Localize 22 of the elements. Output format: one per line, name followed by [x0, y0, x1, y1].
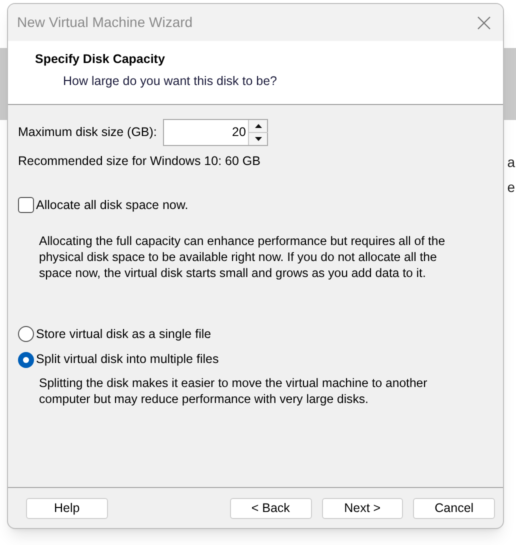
dialog-button[interactable]: < Back [230, 498, 312, 519]
disk-size-spinner[interactable]: 20 [162, 119, 268, 146]
checkbox[interactable] [18, 197, 34, 214]
page-title: Specify Disk Capacity [35, 51, 166, 68]
checkbox-label[interactable]: Allocate all disk space now. [36, 196, 188, 214]
allocation-description: Allocating the full capacity can enhance performance but requires all of the physical disk space to be available right now. If you do not allocate all the space now, the virtual disk starts small and grows as you add data to it. [38, 232, 446, 280]
split-description: Splitting the disk makes it easier to move the virtual machine to another computer but may reduce performance with very large disks. [38, 375, 428, 407]
radio-label[interactable]: Split virtual disk into multiple files [36, 350, 219, 369]
disk-size-field[interactable]: 20 [164, 120, 248, 145]
window-title: New Virtual Machine Wizard [17, 13, 193, 32]
radio-label[interactable]: Store virtual disk as a single file [36, 324, 212, 344]
dialog-button[interactable]: Cancel [413, 498, 495, 519]
dialog-button[interactable]: Help [26, 498, 108, 519]
page-subtitle: How large do you want this disk to be? [62, 72, 278, 90]
radio-button[interactable] [18, 352, 34, 368]
dialog-button[interactable]: Next > [322, 498, 404, 519]
background-text: e [507, 178, 515, 197]
field-label: Maximum disk size (GB): [18, 124, 157, 142]
background-text: a [507, 153, 515, 172]
recommendation-text: Recommended size for Windows 10: 60 GB [18, 153, 262, 170]
radio-button[interactable] [18, 326, 34, 342]
close-icon[interactable] [477, 16, 491, 30]
